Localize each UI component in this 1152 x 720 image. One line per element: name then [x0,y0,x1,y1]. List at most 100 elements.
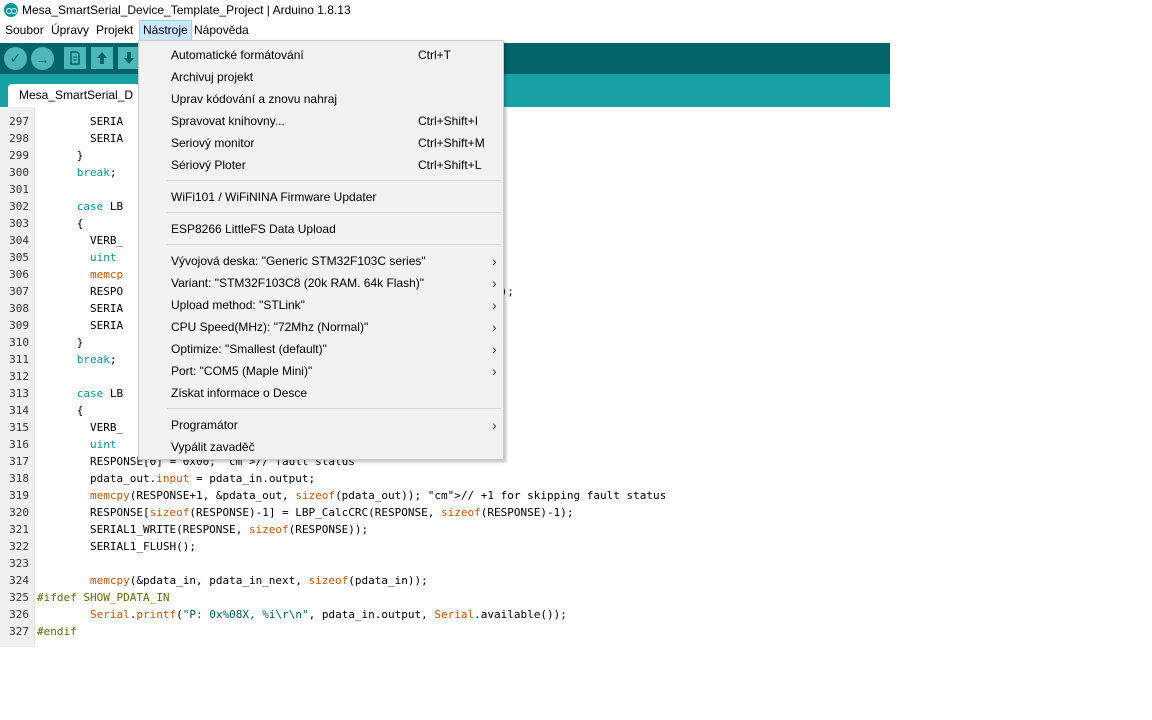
line-number: 322 [9,540,29,553]
menu-item-shortcut: Ctrl+Shift+M [418,136,485,150]
tools-menu-item[interactable]: WiFi101 / WiFiNINA Firmware Updater [139,186,503,208]
tools-menu-item[interactable]: ESP8266 LittleFS Data Upload [139,218,503,240]
chevron-right-icon: › [492,363,497,379]
line-number: 305 [9,251,29,264]
line-number: 324 [9,574,29,587]
tools-menu-item[interactable]: Variant: "STM32F103C8 (20k RAM. 64k Flas… [139,272,503,294]
tab-sketch[interactable]: Mesa_SmartSerial_D [8,84,140,107]
line-number: 306 [9,268,29,281]
line-number: 302 [9,200,29,213]
line-number: 323 [9,557,29,570]
new-button[interactable] [64,47,86,69]
menu-edit[interactable]: Úpravy [48,20,92,41]
tools-menu-item[interactable]: Spravovat knihovny... Ctrl+Shift+I [139,110,503,132]
line-code: case LB [76,200,124,213]
menu-bar: Soubor Úpravy Projekt Nástroje Nápověda [0,20,1152,41]
tools-menu-item[interactable]: Uprav kódování a znovu nahraj [139,88,503,110]
line-number: 313 [9,387,29,400]
tools-menu-item[interactable]: Upload method: "STLink" › [139,294,503,316]
line-number: 309 [9,319,29,332]
chevron-right-icon: › [492,253,497,269]
tools-menu-item[interactable]: Vývojová deska: "Generic STM32F103C seri… [139,250,503,272]
line-number: 311 [9,353,29,366]
line-number: 317 [9,455,29,468]
code-line: 319 memcpy(RESPONSE+1, &pdata_out, sizeo… [0,487,1152,504]
title-bar: Mesa_SmartSerial_Device_Template_Project… [0,0,1152,20]
line-number: 314 [9,404,29,417]
tools-menu-item[interactable]: Získat informace o Desce [139,382,503,404]
line-code: memcp [89,268,124,281]
line-code: } [37,336,84,349]
line-number: 327 [9,625,29,638]
window-title: Mesa_SmartSerial_Device_Template_Project… [22,3,351,17]
menu-item-label: Uprav kódování a znovu nahraj [171,92,338,106]
code-line: 318 pdata_out.input = pdata_in.output; [0,470,1152,487]
open-button[interactable] [91,47,113,69]
line-code: SERIA [37,319,124,332]
tools-menu-item[interactable]: Sériový Ploter Ctrl+Shift+L [139,154,503,176]
menu-item-shortcut: Ctrl+Shift+L [418,158,482,172]
line-code: uint [89,251,117,264]
tools-menu: Automatické formátování Ctrl+T Archivuj pr… [138,40,504,460]
chevron-right-icon: › [492,319,497,335]
menu-help[interactable]: Nápověda [191,20,252,41]
line-code: { [37,217,84,230]
menu-tools[interactable]: Nástroje [139,20,192,41]
tools-menu-item[interactable]: Vypálit zavaděč [139,436,503,458]
code-line: 320 RESPONSE[sizeof(RESPONSE)-1] = LBP_C… [0,504,1152,521]
menu-item-label: ESP8266 LittleFS Data Upload [171,222,336,236]
code-line: 327 #endif [0,623,1152,640]
line-number: 298 [9,132,29,145]
tools-menu-item[interactable]: Optimize: "Smallest (default)" › [139,338,503,360]
menu-item-label: WiFi101 / WiFiNINA Firmware Updater [171,190,377,204]
menu-item-label: Upload method: "STLink" [171,298,305,312]
code-line: 321 SERIAL1_WRITE(RESPONSE, sizeof(RESPO… [0,521,1152,538]
line-number: 319 [9,489,29,502]
arrow-right-icon: → [35,50,50,67]
menu-separator [167,180,501,181]
menu-item-label: Optimize: "Smallest (default)" [171,342,327,356]
menu-item-label: Vývojová deska: "Generic STM32F103C seri… [171,254,426,268]
line-number: 303 [9,217,29,230]
menu-separator [167,408,501,409]
code-line: 326 Serial.printf("P: 0x%08X, %i\r\n", p… [0,606,1152,623]
line-code: SERIAL1_FLUSH(); [37,540,196,553]
menu-separator [167,244,501,245]
chevron-right-icon: › [492,341,497,357]
line-number: 300 [9,166,29,179]
menu-item-label: Seriový monitor [171,136,255,150]
line-code: } [37,149,84,162]
menu-item-label: Získat informace o Desce [171,386,308,400]
line-number: 321 [9,523,29,536]
code-line: 323 [0,555,1152,572]
menu-sketch[interactable]: Projekt [93,20,136,41]
line-code: pdata_out.input = pdata_in.output; [37,472,316,485]
line-number: 301 [9,183,29,196]
tools-menu-item[interactable]: Archivuj projekt [139,66,503,88]
line-number: 308 [9,302,29,315]
line-number: 326 [9,608,29,621]
chevron-right-icon: › [492,275,497,291]
line-code: case LB [76,387,124,400]
line-number: 316 [9,438,29,451]
line-code: break; [76,166,117,179]
check-icon: ✓ [9,50,22,66]
save-button[interactable] [118,47,140,69]
upload-button[interactable]: → [31,47,54,70]
menu-item-label: Variant: "STM32F103C8 (20k RAM. 64k Flas… [171,276,425,290]
tools-menu-item[interactable]: Port: "COM5 (Maple Mini)" › [139,360,503,382]
line-number: 304 [9,234,29,247]
line-number: 320 [9,506,29,519]
code-line: 324 memcpy(&pdata_in, pdata_in_next, siz… [0,572,1152,589]
line-code: RESPONSE[sizeof(RESPONSE)-1] = LBP_CalcC… [37,506,574,519]
verify-button[interactable]: ✓ [4,47,27,70]
menu-file[interactable]: Soubor [2,20,47,41]
line-number: 318 [9,472,29,485]
arduino-logo-icon [4,3,18,17]
code-line: 325 #ifdef SHOW_PDATA_IN [0,589,1152,606]
tools-menu-item[interactable]: Seriový monitor Ctrl+Shift+M [139,132,503,154]
tools-menu-item[interactable]: CPU Speed(MHz): "72Mhz (Normal)" › [139,316,503,338]
tools-menu-item[interactable]: Automatické formátování Ctrl+T [139,44,503,66]
tools-menu-item[interactable]: Programátor › [139,414,503,436]
line-code: SERIAL1_WRITE(RESPONSE, sizeof(RESPONSE)… [37,523,369,536]
